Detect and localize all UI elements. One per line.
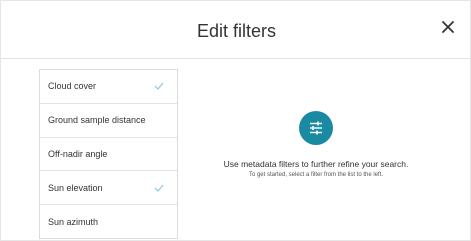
filter-item-sun-elevation[interactable]: Sun elevation	[40, 171, 177, 206]
filter-item-label: Off-nadir angle	[48, 148, 108, 159]
dialog-title: Edit filters	[196, 21, 277, 41]
filter-item-label: Cloud cover	[48, 81, 97, 92]
checkmark-icon	[154, 82, 164, 91]
close-icon	[438, 17, 458, 37]
checkmark-icon	[154, 184, 164, 192]
filter-list: Cloud cover Ground sample distance Off-n…	[39, 69, 178, 239]
filter-item-ground-sample-distance[interactable]: Ground sample distance	[40, 104, 177, 138]
filter-item-sun-azimuth[interactable]: Sun azimuth	[40, 205, 177, 239]
header-divider	[1, 58, 471, 59]
sliders-icon	[299, 111, 333, 145]
filter-item-label: Sun azimuth	[48, 217, 99, 228]
filter-item-cloud-cover[interactable]: Cloud cover	[40, 70, 177, 104]
empty-state-message: Use metadata filters to further refine y…	[223, 159, 409, 169]
empty-state: Use metadata filters to further refine y…	[201, 111, 431, 179]
empty-state-hint: To get started, select a filter from the…	[248, 172, 384, 178]
filter-item-off-nadir-angle[interactable]: Off-nadir angle	[40, 138, 177, 172]
edit-filters-dialog: Edit filters Cloud cover Ground sample d…	[0, 0, 471, 241]
close-button[interactable]	[438, 17, 458, 37]
filter-item-label: Ground sample distance	[48, 115, 146, 126]
filter-item-label: Sun elevation	[48, 182, 103, 193]
